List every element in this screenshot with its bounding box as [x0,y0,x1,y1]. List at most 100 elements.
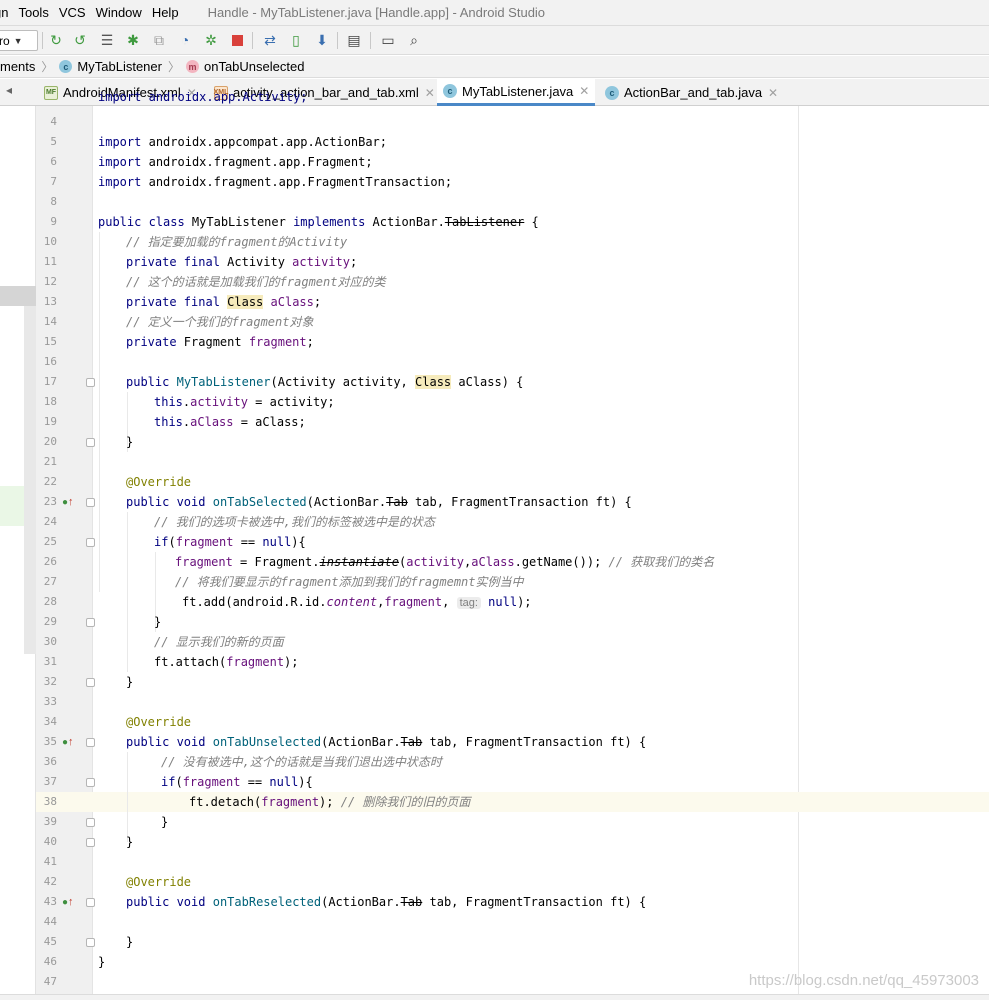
layout-icon[interactable]: ▭ [379,31,397,49]
toolbar-separator [252,32,253,49]
line-number: 44 [43,915,57,928]
fold-marker[interactable] [86,678,95,687]
implements-method-icon[interactable]: ●↑ [62,732,74,752]
profiler-gauge-icon[interactable]: ◔ [176,31,194,49]
code-line: ft.add(android.R.id.content,fragment, ta… [182,595,532,609]
tabs-scroll-left-icon[interactable]: ◂ [6,83,12,97]
code-line: ft.attach(fragment); [154,655,299,669]
line-number: 14 [43,315,57,328]
menu-build[interactable]: gn [0,5,13,20]
debug-bug-icon[interactable]: ✱ [124,31,142,49]
line-number: 38 [43,795,57,808]
watermark: https://blog.csdn.net/qq_45973003 [748,972,979,989]
code-text: import androidx.app.Activity; [98,92,308,104]
fold-marker[interactable] [86,938,95,947]
fold-marker[interactable] [86,498,95,507]
param-hint: tag: [456,597,481,609]
fold-marker[interactable] [86,378,95,387]
chevron-right-icon: 〉 [167,60,180,74]
breadcrumb: ments 〉 c MyTabListener 〉 m onTabUnselecte… [0,56,989,78]
close-icon[interactable]: ✕ [425,86,435,100]
class-file-icon: c [605,85,619,100]
implements-method-icon[interactable]: ●↑ [62,892,74,912]
line-number: 12 [43,275,57,288]
line-number: 7 [50,175,57,188]
manifest-file-icon: MF [44,85,58,100]
stop-icon[interactable] [228,31,246,49]
sync-icon[interactable]: ↻ [47,31,65,49]
line-number: 9 [50,215,57,228]
close-icon[interactable]: ✕ [579,84,589,98]
line-number: 40 [43,835,57,848]
fold-marker[interactable] [86,438,95,447]
fold-marker[interactable] [86,778,95,787]
toolbar-separator [370,32,371,49]
attach-debugger-icon[interactable]: ⧉ [150,31,168,49]
code-line: } [98,955,106,969]
code-comment: // 指定要加载的fragment的Activity [126,235,348,249]
breadcrumb-item-package[interactable]: ments [0,59,35,74]
line-number: 35 [43,735,57,748]
fold-marker[interactable] [86,898,95,907]
line-number: 8 [50,195,57,208]
tab-actionbar-and-tab[interactable]: c ActionBar_and_tab.java ✕ [605,79,778,106]
line-number: 24 [43,515,57,528]
line-number: 21 [43,455,57,468]
line-number: 10 [43,235,57,248]
fold-marker[interactable] [86,818,95,827]
project-panel-edge [0,106,36,994]
line-number: 16 [43,355,57,368]
code-line: if(fragment == null){ [154,535,306,549]
line-number: 29 [43,615,57,628]
code-line: public void onTabSelected(ActionBar.Tab … [126,495,632,509]
run-config-select[interactable]: ro ▼ [0,30,38,51]
code-line: } [154,615,162,629]
line-number: 6 [50,155,57,168]
line-number: 43 [43,895,57,908]
code-line: private final Activity activity; [126,255,358,269]
code-annotation: @Override [126,715,192,729]
code-line: private final Class aClass; [126,295,322,309]
breadcrumb-item-method[interactable]: m onTabUnselected [185,59,305,74]
code-line: private Fragment fragment; [126,335,314,349]
fold-marker[interactable] [86,738,95,747]
line-number: 11 [43,255,57,268]
fold-marker[interactable] [86,838,95,847]
search-icon[interactable]: ⌕ [405,31,423,49]
sync-back-icon[interactable]: ↺ [71,31,89,49]
menu-tools[interactable]: Tools [13,5,53,20]
apply-changes-icon[interactable]: ✲ [202,31,220,49]
list-icon[interactable]: ☰ [98,31,116,49]
line-number: 20 [43,435,57,448]
run-config-label: ro [0,33,10,48]
code-line: public void onTabUnselected(ActionBar.Ta… [126,735,647,749]
tab-mytablistener[interactable]: c MyTabListener.java ✕ [437,79,596,106]
code-line: } [126,675,134,689]
breadcrumb-item-class[interactable]: c MyTabListener [59,59,162,74]
code-comment: // 显示我们的新的页面 [154,635,284,649]
line-number: 18 [43,395,57,408]
toolbar-separator [337,32,338,49]
breadcrumb-label: onTabUnselected [203,59,305,74]
avd-manager-icon[interactable]: ▯ [287,31,305,49]
code-line: if(fragment == null){ [161,775,313,789]
project-scrollbar[interactable] [24,306,36,654]
menu-help[interactable]: Help [147,5,184,20]
code-line: import androidx.appcompat.app.ActionBar; [98,135,388,149]
implements-method-icon[interactable]: ●↑ [62,492,74,512]
fold-marker[interactable] [86,618,95,627]
project-structure-icon[interactable]: ▤ [345,31,363,49]
gradle-sync-icon[interactable]: ⇄ [261,31,279,49]
menu-window[interactable]: Window [91,5,147,20]
menu-vcs[interactable]: VCS [54,5,91,20]
right-margin-guide [798,106,799,994]
sdk-manager-icon[interactable]: ⬇ [313,31,331,49]
fold-marker[interactable] [86,538,95,547]
chevron-down-icon: ▼ [13,35,23,46]
code-line: import androidx.fragment.app.Fragment; [98,155,373,169]
close-icon[interactable]: ✕ [768,86,778,100]
code-line: fragment = Fragment.instantiate(activity… [175,555,715,569]
code-comment: // 将我们要显示的fragment添加到我们的fragmemnt实例当中 [175,575,524,589]
window-title: Handle - MyTabListener.java [Handle.app]… [207,5,546,20]
line-number: 31 [43,655,57,668]
